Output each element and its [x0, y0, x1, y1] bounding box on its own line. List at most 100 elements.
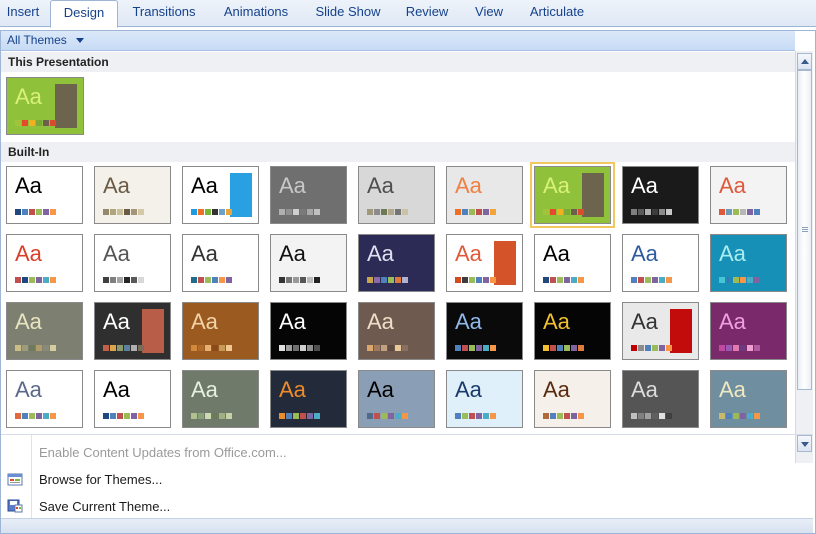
theme-color-swatches — [279, 345, 320, 351]
save-current-theme-item[interactable]: Save Current Theme... — [1, 493, 813, 520]
color-swatch — [22, 209, 28, 215]
theme-thumb[interactable]: Aa — [94, 370, 171, 428]
theme-thumb[interactable]: Aa — [710, 166, 787, 224]
chevron-down-icon[interactable] — [76, 38, 84, 43]
color-swatch — [476, 413, 482, 419]
theme-thumb[interactable]: Aa — [358, 370, 435, 428]
color-swatch — [469, 345, 475, 351]
color-swatch — [388, 209, 394, 215]
theme-thumb[interactable]: Aa — [446, 234, 523, 292]
color-swatch — [395, 209, 401, 215]
theme-thumb-current[interactable]: Aa — [6, 77, 84, 135]
theme-sample-text: Aa — [191, 309, 218, 334]
theme-thumb[interactable]: Aa — [6, 166, 83, 224]
theme-thumb[interactable]: Aa — [622, 370, 699, 428]
theme-color-swatches — [191, 277, 232, 283]
theme-thumb[interactable]: Aa — [94, 234, 171, 292]
color-swatch — [279, 277, 285, 283]
color-swatch — [726, 277, 732, 283]
theme-thumb[interactable]: Aa — [270, 302, 347, 360]
color-swatch — [131, 413, 137, 419]
theme-accent-shape — [670, 309, 692, 353]
theme-thumb[interactable]: Aa — [6, 302, 83, 360]
color-swatch — [740, 209, 746, 215]
color-swatch — [719, 209, 725, 215]
scroll-thumb[interactable] — [797, 70, 812, 390]
tab-insert[interactable]: Insert — [0, 0, 46, 26]
theme-thumb[interactable]: Aa — [446, 166, 523, 224]
theme-thumb[interactable]: Aa — [6, 370, 83, 428]
theme-thumb[interactable]: Aa — [182, 234, 259, 292]
theme-thumb[interactable]: Aa — [270, 370, 347, 428]
tab-transitions[interactable]: Transitions — [120, 0, 208, 26]
color-swatch — [191, 345, 197, 351]
tab-review[interactable]: Review — [396, 0, 458, 26]
color-swatch — [557, 277, 563, 283]
theme-sample-text: Aa — [15, 377, 42, 402]
color-swatch — [381, 345, 387, 351]
tab-animations[interactable]: Animations — [212, 0, 300, 26]
theme-thumb[interactable]: Aa — [622, 234, 699, 292]
color-swatch — [124, 413, 130, 419]
color-swatch — [395, 277, 401, 283]
browse-for-themes-item[interactable]: Browse for Themes... — [1, 466, 813, 493]
theme-thumb[interactable]: Aa — [94, 166, 171, 224]
theme-thumb[interactable]: Aa — [6, 234, 83, 292]
theme-thumb[interactable]: Aa — [710, 302, 787, 360]
scroll-up-button[interactable] — [797, 53, 812, 70]
theme-thumb[interactable]: Aa — [358, 234, 435, 292]
color-swatch — [29, 345, 35, 351]
tab-design[interactable]: Design — [50, 0, 118, 28]
color-swatch — [631, 277, 637, 283]
color-swatch — [638, 277, 644, 283]
theme-thumb[interactable]: Aa — [446, 302, 523, 360]
all-themes-filter[interactable]: All Themes — [7, 33, 67, 47]
color-swatch — [733, 345, 739, 351]
color-swatch — [631, 345, 637, 351]
theme-sample-text: Aa — [191, 241, 218, 266]
theme-thumb[interactable]: Aa — [182, 370, 259, 428]
theme-sample-text: Aa — [367, 173, 394, 198]
theme-filter-bar[interactable]: All Themes — [1, 31, 795, 51]
theme-thumb[interactable]: Aa — [622, 302, 699, 360]
theme-thumb[interactable]: Aa — [270, 166, 347, 224]
color-swatch — [395, 345, 401, 351]
theme-thumb[interactable]: Aa — [182, 166, 259, 224]
theme-thumb[interactable]: Aa — [534, 302, 611, 360]
color-swatch — [226, 277, 232, 283]
color-swatch — [131, 277, 137, 283]
theme-thumb[interactable]: Aa — [446, 370, 523, 428]
color-swatch — [462, 209, 468, 215]
color-swatch — [212, 277, 218, 283]
theme-thumb[interactable]: Aa — [182, 302, 259, 360]
grip-icon — [802, 227, 808, 233]
color-swatch — [469, 277, 475, 283]
theme-thumb[interactable]: Aa — [622, 166, 699, 224]
color-swatch — [15, 413, 21, 419]
theme-sample-text: Aa — [279, 377, 306, 402]
resize-grip-bar[interactable] — [1, 518, 813, 533]
theme-sample-text: Aa — [15, 173, 42, 198]
theme-thumb[interactable]: Aa — [710, 234, 787, 292]
color-swatch — [219, 277, 225, 283]
theme-thumb[interactable]: Aa — [534, 234, 611, 292]
theme-thumb[interactable]: Aa — [530, 162, 615, 228]
theme-thumb[interactable]: Aa — [94, 302, 171, 360]
theme-color-swatches — [631, 413, 672, 419]
theme-thumb[interactable]: Aa — [270, 234, 347, 292]
theme-thumb[interactable]: Aa — [358, 302, 435, 360]
theme-thumb[interactable]: Aa — [534, 370, 611, 428]
theme-sample-text: Aa — [15, 309, 42, 334]
theme-color-swatches — [631, 209, 672, 215]
tab-slide-show[interactable]: Slide Show — [304, 0, 392, 26]
theme-sample-text: Aa — [719, 309, 746, 334]
menu-item-label: Save Current Theme... — [39, 499, 171, 514]
theme-thumb[interactable]: Aa — [710, 370, 787, 428]
theme-thumb[interactable]: Aa — [358, 166, 435, 224]
tab-view[interactable]: View — [462, 0, 516, 26]
gallery-scrollbar[interactable] — [795, 51, 813, 463]
color-swatch — [205, 209, 211, 215]
color-swatch — [638, 345, 644, 351]
tab-articulate[interactable]: Articulate — [520, 0, 594, 26]
theme-color-swatches — [543, 345, 584, 351]
